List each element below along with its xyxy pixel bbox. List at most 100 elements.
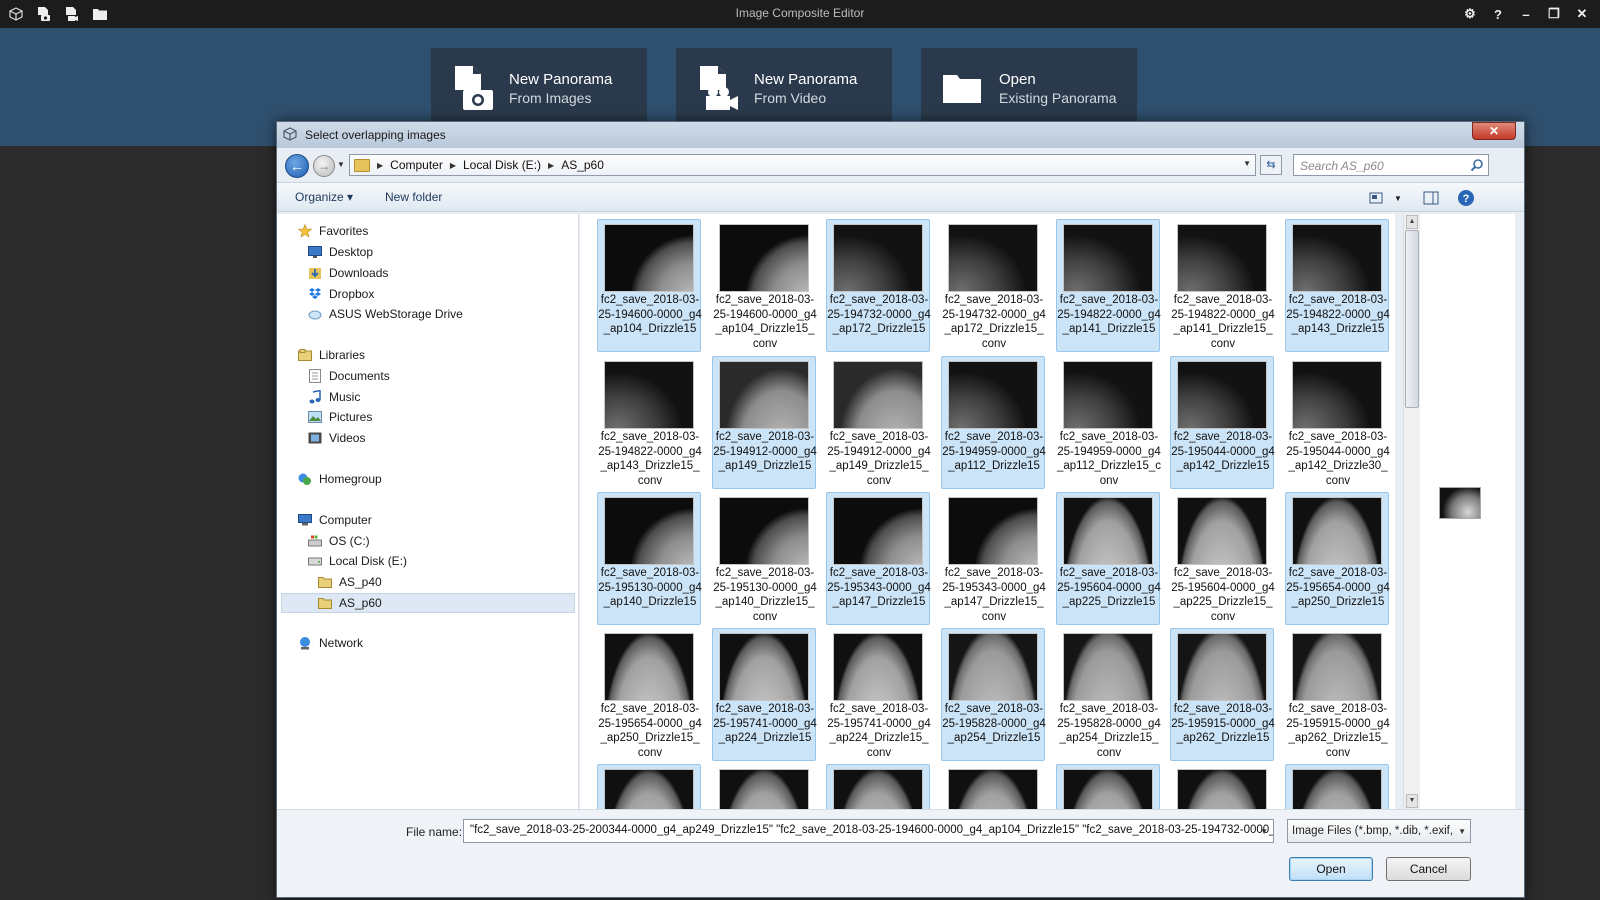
search-input[interactable]: Search AS_p60 [1293, 154, 1489, 176]
file-item[interactable]: fc2_save_2018-03-25-195828-0000_g4_ap254… [1056, 628, 1161, 761]
breadcrumb-local-disk[interactable]: Local Disk (E:) [463, 158, 541, 172]
nav-videos[interactable]: Videos [307, 431, 365, 445]
scroll-thumb[interactable] [1405, 230, 1419, 408]
address-bar[interactable]: ▶ Computer ▶ Local Disk (E:) ▶ AS_p60 ▼ [349, 154, 1256, 176]
nav-drive-c[interactable]: OS (C:) [307, 534, 370, 548]
nav-computer[interactable]: Computer [297, 513, 372, 527]
file-item[interactable]: fc2_save_2018-03-25-194912-0000_g4_ap149… [712, 356, 817, 489]
nav-folder-as-p40[interactable]: AS_p40 [317, 575, 382, 589]
file-name-dropdown-icon[interactable]: ▼ [1260, 827, 1268, 836]
nav-folder-as-p60[interactable]: AS_p60 [281, 593, 575, 613]
nav-libraries[interactable]: Libraries [297, 348, 365, 362]
file-name: fc2_save_2018-03-25-194822-0000_g4_ap143… [1286, 294, 1390, 335]
cancel-button[interactable]: Cancel [1386, 857, 1471, 881]
file-item[interactable]: fc2_save_2018-03-25-195915-0000_g4_ap262… [1170, 628, 1275, 761]
file-item[interactable]: fc2_save_2018-03-25-194600-0000_g4_ap104… [597, 219, 702, 352]
file-item[interactable]: fc2_save_2018-03-25-194822-0000_g4_ap143… [1285, 219, 1390, 352]
file-thumbnail [1177, 633, 1267, 701]
nav-downloads[interactable]: Downloads [307, 266, 388, 280]
preview-image [1439, 487, 1481, 519]
dialog-toolbar: Organize ▾ New folder ▼ ? [277, 182, 1524, 212]
nav-music[interactable]: Music [307, 390, 360, 404]
file-name: fc2_save_2018-03-25-194732-0000_g4_ap172… [827, 294, 931, 335]
file-thumbnail [948, 769, 1038, 809]
file-item[interactable]: fc2_save_2018-03-25-195741-0000_g4_ap224… [826, 628, 931, 761]
file-item[interactable] [941, 764, 1045, 809]
file-item[interactable]: fc2_save_2018-03-25-195915-0000_g4_ap262… [1285, 628, 1390, 761]
file-item[interactable] [597, 764, 701, 809]
file-item[interactable]: fc2_save_2018-03-25-194822-0000_g4_ap141… [1056, 219, 1161, 352]
file-item[interactable]: fc2_save_2018-03-25-194732-0000_g4_ap172… [826, 219, 931, 352]
file-item[interactable]: fc2_save_2018-03-25-195828-0000_g4_ap254… [941, 628, 1046, 761]
settings-gear-icon[interactable]: ⚙ [1460, 4, 1480, 24]
nav-dropbox[interactable]: Dropbox [307, 287, 374, 301]
open-existing-panorama-button[interactable]: Open Existing Panorama [921, 48, 1137, 128]
preview-pane-icon[interactable] [1420, 188, 1442, 208]
folder-icon [317, 575, 333, 589]
file-item[interactable]: fc2_save_2018-03-25-194822-0000_g4_ap143… [597, 356, 702, 489]
file-name: fc2_save_2018-03-25-195604-0000_g4_ap225… [1057, 567, 1161, 608]
new-folder-button[interactable]: New folder [385, 190, 442, 204]
open-button[interactable]: Open [1289, 857, 1373, 881]
file-name: fc2_save_2018-03-25-194912-0000_g4_ap149… [713, 431, 817, 472]
file-item[interactable]: fc2_save_2018-03-25-195044-0000_g4_ap142… [1285, 356, 1390, 489]
dialog-close-button[interactable]: ✕ [1472, 122, 1516, 140]
new-panorama-from-images-button[interactable]: New Panorama From Images [431, 48, 647, 128]
breadcrumb-as-p60[interactable]: AS_p60 [561, 158, 604, 172]
change-view-icon[interactable] [1365, 188, 1387, 208]
file-name: fc2_save_2018-03-25-195828-0000_g4_ap254… [1057, 703, 1161, 759]
file-item[interactable]: fc2_save_2018-03-25-195343-0000_g4_ap147… [826, 492, 931, 625]
file-item[interactable]: fc2_save_2018-03-25-194959-0000_g4_ap112… [941, 356, 1046, 489]
nav-favorites[interactable]: Favorites [297, 224, 368, 238]
file-item[interactable]: fc2_save_2018-03-25-195343-0000_g4_ap147… [941, 492, 1046, 625]
file-item[interactable]: fc2_save_2018-03-25-194732-0000_g4_ap172… [941, 219, 1046, 352]
libraries-icon [297, 348, 313, 362]
file-item[interactable]: fc2_save_2018-03-25-195044-0000_g4_ap142… [1170, 356, 1275, 489]
file-item[interactable]: fc2_save_2018-03-25-195604-0000_g4_ap225… [1056, 492, 1161, 625]
dialog-title: Select overlapping images [305, 128, 446, 142]
help-icon[interactable]: ? [1455, 188, 1477, 208]
nav-desktop[interactable]: Desktop [307, 245, 373, 259]
history-dropdown-icon[interactable]: ▼ [337, 160, 345, 169]
nav-asus-webstorage[interactable]: ASUS WebStorage Drive [307, 307, 463, 321]
file-item[interactable]: fc2_save_2018-03-25-194959-0000_g4_ap112… [1056, 356, 1161, 489]
file-item[interactable] [1056, 764, 1160, 809]
file-item[interactable] [712, 764, 816, 809]
file-item[interactable]: fc2_save_2018-03-25-195654-0000_g4_ap250… [597, 628, 702, 761]
file-item[interactable]: fc2_save_2018-03-25-194912-0000_g4_ap149… [826, 356, 931, 489]
vertical-scrollbar[interactable]: ▲ ▼ [1403, 214, 1419, 809]
new-panorama-from-video-button[interactable]: New Panorama From Video [676, 48, 892, 128]
file-item[interactable] [1285, 764, 1389, 809]
scroll-up-icon[interactable]: ▲ [1406, 215, 1418, 229]
file-item[interactable]: fc2_save_2018-03-25-194822-0000_g4_ap141… [1170, 219, 1275, 352]
scroll-down-icon[interactable]: ▼ [1406, 794, 1418, 808]
back-button[interactable]: ← [285, 154, 309, 178]
file-item[interactable]: fc2_save_2018-03-25-194600-0000_g4_ap104… [712, 219, 817, 352]
file-item[interactable]: fc2_save_2018-03-25-195741-0000_g4_ap224… [712, 628, 817, 761]
address-dropdown-icon[interactable]: ▼ [1243, 159, 1251, 168]
nav-pictures[interactable]: Pictures [307, 410, 372, 424]
minimize-button[interactable]: – [1516, 4, 1536, 24]
refresh-icon[interactable]: ⇆ [1260, 155, 1282, 175]
file-type-select[interactable]: Image Files (*.bmp, *.dib, *.exif, ▼ [1287, 819, 1471, 843]
homegroup-icon [297, 472, 313, 486]
help-icon[interactable]: ? [1488, 4, 1508, 24]
nav-network[interactable]: Network [297, 636, 363, 650]
file-item[interactable]: fc2_save_2018-03-25-195130-0000_g4_ap140… [712, 492, 817, 625]
file-item[interactable] [1170, 764, 1274, 809]
restore-button[interactable]: ❐ [1544, 4, 1564, 24]
nav-drive-e[interactable]: Local Disk (E:) [307, 554, 407, 568]
file-name-input[interactable]: "fc2_save_2018-03-25-200344-0000_g4_ap24… [463, 819, 1274, 843]
close-button[interactable]: ✕ [1572, 4, 1592, 24]
view-options-dropdown-icon[interactable]: ▼ [1387, 188, 1409, 208]
file-item[interactable]: fc2_save_2018-03-25-195604-0000_g4_ap225… [1170, 492, 1275, 625]
organize-button[interactable]: Organize ▾ [295, 190, 353, 204]
breadcrumb-computer[interactable]: Computer [390, 158, 443, 172]
forward-button[interactable]: → [313, 155, 335, 177]
nav-documents[interactable]: Documents [307, 369, 390, 383]
address-row: ← → ▼ ▶ Computer ▶ Local Disk (E:) ▶ AS_… [277, 150, 1524, 180]
nav-homegroup[interactable]: Homegroup [297, 472, 382, 486]
file-item[interactable]: fc2_save_2018-03-25-195654-0000_g4_ap250… [1285, 492, 1390, 625]
file-item[interactable] [826, 764, 930, 809]
file-item[interactable]: fc2_save_2018-03-25-195130-0000_g4_ap140… [597, 492, 702, 625]
